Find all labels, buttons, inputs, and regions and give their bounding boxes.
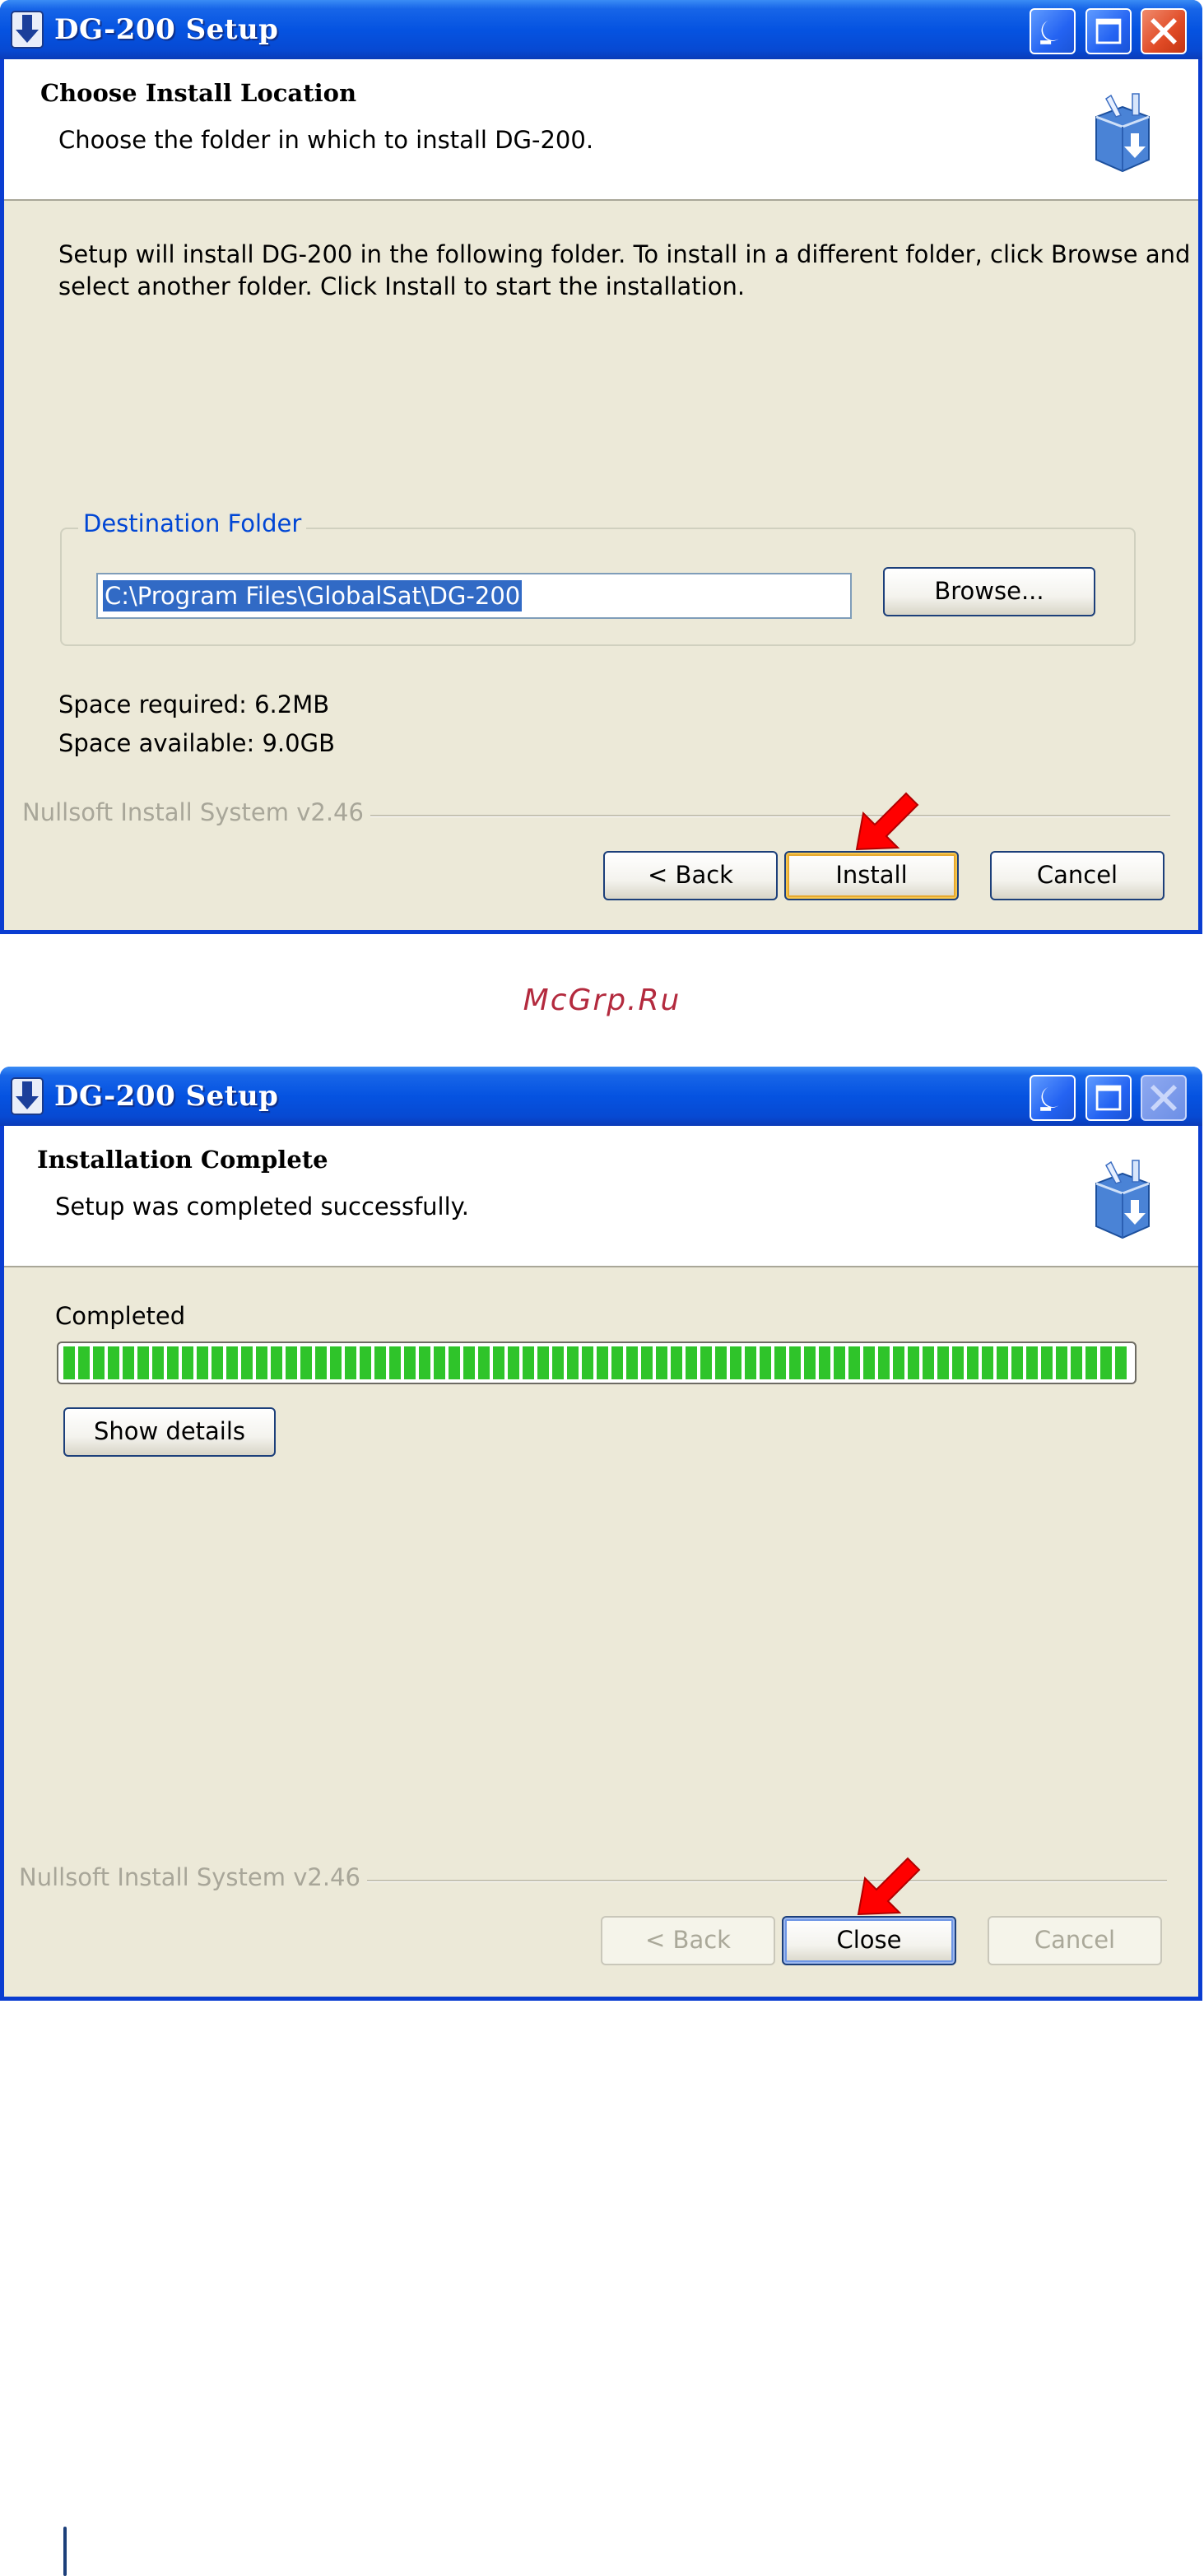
browse-button[interactable]: Browse... (883, 567, 1095, 616)
title-bar[interactable]: DG-200 Setup (0, 0, 1202, 59)
cancel-button[interactable]: Cancel (990, 851, 1164, 900)
space-available-text: Space available: 9.0GB (58, 729, 335, 757)
back-button-label: < Back (645, 1926, 731, 1954)
destination-path-input[interactable]: C:\Program Files\GlobalSat\DG-200 (96, 573, 852, 619)
install-progress-bar (57, 1341, 1137, 1384)
maximize-icon (1095, 1085, 1122, 1111)
cancel-button[interactable]: Cancel (988, 1916, 1162, 1965)
title-bar[interactable]: DG-200 Setup (0, 1067, 1202, 1126)
cancel-button-label: Cancel (1034, 1926, 1116, 1954)
destination-folder-group: Destination Folder C:\Program Files\Glob… (60, 509, 1136, 646)
close-icon (1150, 17, 1178, 45)
branding-separator: Nullsoft Install System v2.46 (22, 798, 1170, 831)
setup-window-choose-location: DG-200 Setup Choose Install Location Cho… (0, 0, 1202, 934)
status-label: Completed (55, 1302, 186, 1330)
close-button[interactable] (1141, 1075, 1187, 1121)
minimize-icon (1040, 1087, 1059, 1111)
show-details-button-label: Show details (93, 1417, 246, 1445)
back-button[interactable]: < Back (603, 851, 778, 900)
nsis-branding-text: Nullsoft Install System v2.46 (19, 1863, 367, 1891)
page-title: Installation Complete (37, 1146, 328, 1174)
back-button-label: < Back (648, 861, 733, 889)
minimize-button[interactable] (1030, 1075, 1076, 1121)
cancel-button-label: Cancel (1036, 861, 1118, 889)
red-pointer-arrow-icon (855, 792, 919, 851)
watermark-text: McGrp.Ru (523, 983, 681, 1017)
install-button[interactable]: Install (784, 851, 959, 900)
window-title: DG-200 Setup (54, 1080, 279, 1113)
maximize-button[interactable] (1085, 8, 1132, 54)
destination-path-value: C:\Program Files\GlobalSat\DG-200 (103, 580, 523, 611)
maximize-button[interactable] (1085, 1075, 1132, 1121)
nsis-branding-text: Nullsoft Install System v2.46 (22, 798, 370, 826)
page-subtitle: Setup was completed successfully. (55, 1193, 469, 1221)
destination-folder-label: Destination Folder (78, 509, 307, 537)
setup-box-icon (1095, 1160, 1150, 1239)
setup-window-installation-complete: DG-200 Setup Installation Complete Setup… (0, 1067, 1202, 2576)
instruction-line-1: Setup will install DG-200 in the followi… (58, 240, 1191, 268)
instruction-line-2: select another folder. Click Install to … (58, 272, 746, 300)
close-dialog-button[interactable]: Close (782, 1916, 956, 1965)
red-pointer-arrow-icon (857, 1857, 921, 1916)
instruction-text: Setup will install DG-200 in the followi… (58, 239, 1190, 303)
minimize-button[interactable] (1030, 8, 1076, 54)
install-button-label: Install (835, 861, 908, 889)
minimize-icon (1040, 21, 1059, 44)
maximize-icon (1095, 18, 1122, 44)
show-details-button[interactable]: Show details (63, 1407, 276, 1457)
progress-fill (63, 1346, 1130, 1379)
page-subtitle: Choose the folder in which to install DG… (58, 126, 594, 154)
installer-download-icon (11, 1077, 44, 1115)
client-area: Installation Complete Setup was complete… (4, 1126, 1198, 2576)
browse-button-label: Browse... (934, 577, 1044, 605)
installer-download-icon (11, 11, 44, 49)
space-required-text: Space required: 6.2MB (58, 690, 330, 718)
close-icon (1150, 1084, 1178, 1112)
client-area: Choose Install Location Choose the folde… (4, 59, 1198, 930)
page-header: Choose Install Location Choose the folde… (4, 59, 1198, 201)
setup-box-icon (1095, 93, 1150, 173)
window-title: DG-200 Setup (54, 13, 279, 46)
back-button[interactable]: < Back (601, 1916, 775, 1965)
page-header: Installation Complete Setup was complete… (4, 1126, 1198, 1267)
page-title: Choose Install Location (40, 79, 357, 107)
close-button[interactable] (1141, 8, 1187, 54)
branding-separator: Nullsoft Install System v2.46 (19, 1863, 1167, 1896)
close-button-label: Close (836, 1926, 902, 1954)
